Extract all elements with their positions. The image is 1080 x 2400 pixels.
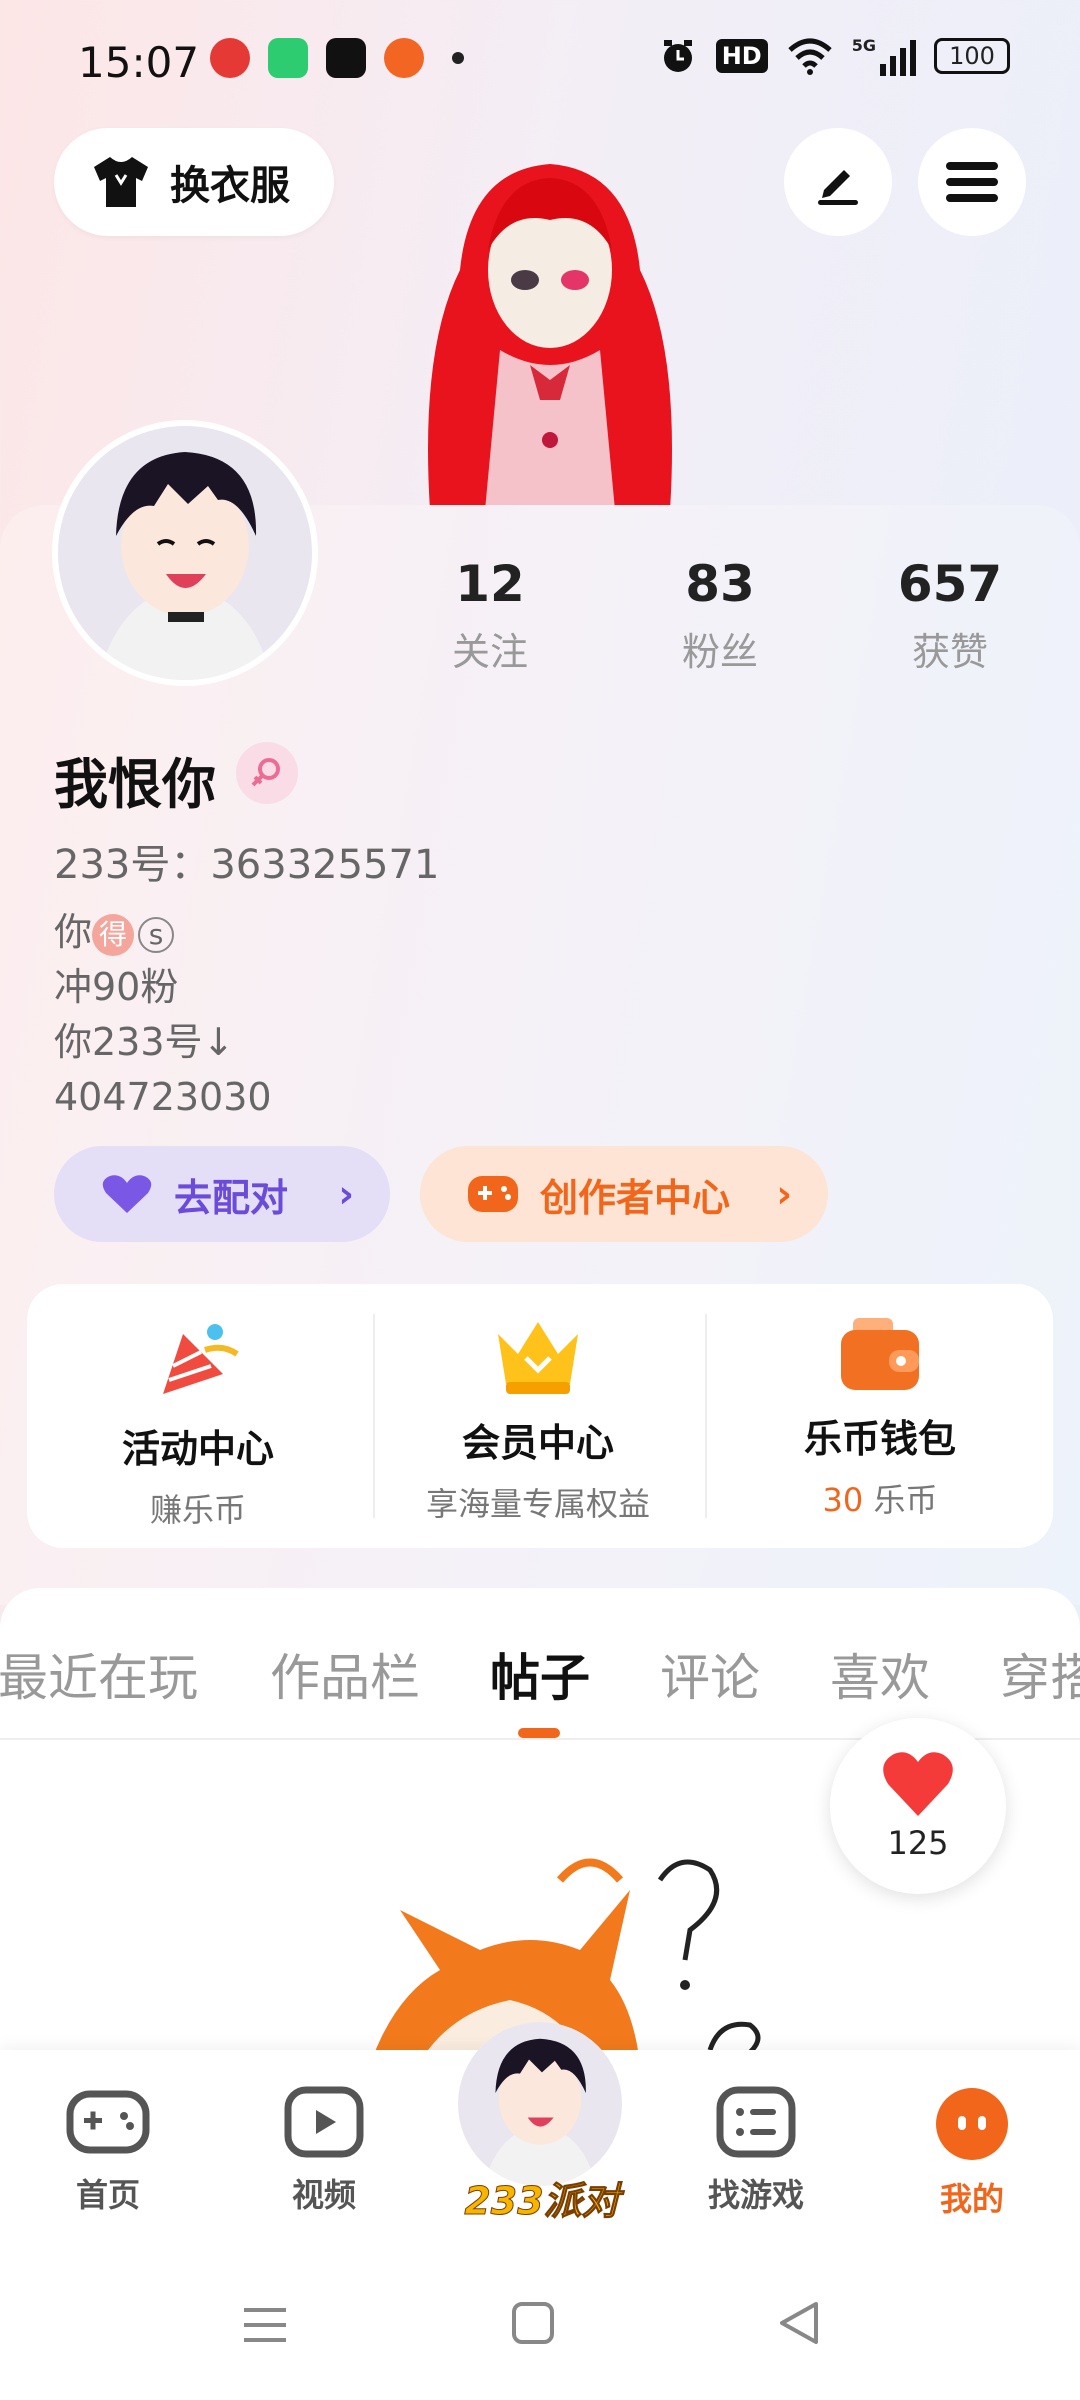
tab-outfits[interactable]: 穿搭	[1000, 1638, 1080, 1710]
menu-button[interactable]	[918, 128, 1026, 236]
following-count: 12	[455, 555, 525, 613]
battery-level: 100	[949, 42, 995, 70]
signal-icon: 5G	[852, 36, 916, 76]
vip-center-title: 会员中心	[461, 1421, 614, 1465]
nav-me[interactable]: 我的	[902, 2086, 1042, 2220]
vip-center[interactable]: 会员中心 享海量专属权益	[375, 1314, 701, 1524]
likes-received-count: 657	[897, 555, 1003, 613]
pair-button-label: 去配对	[174, 1175, 289, 1220]
activity-center-subtitle: 赚乐币	[149, 1491, 246, 1529]
nav-video-label: 视频	[291, 2176, 356, 2214]
party-popper-icon	[163, 1324, 239, 1394]
tab-recently-played[interactable]: 最近在玩	[0, 1638, 198, 1710]
face-icon	[936, 2088, 1008, 2160]
likes-received-label: 获赞	[911, 630, 988, 674]
heart-icon	[102, 1175, 152, 1213]
profile-tabs: 最近在玩 作品栏 帖子 评论 喜欢 穿搭	[0, 1588, 1080, 1738]
game-app-icon	[384, 38, 424, 78]
creator-center-label: 创作者中心	[540, 1175, 731, 1220]
following-stat[interactable]: 12 关注	[390, 555, 590, 676]
likes-stat[interactable]: 657 获赞	[850, 555, 1050, 676]
following-label: 关注	[451, 630, 528, 674]
like-bubble[interactable]: 125	[830, 1718, 1006, 1894]
status-right: HD 5G 100	[658, 36, 1010, 76]
features-card: 活动中心 赚乐币 会员中心 享海量专属权益 乐币钱包 30 乐币	[27, 1284, 1053, 1548]
nav-me-label: 我的	[939, 2180, 1004, 2218]
tab-likes[interactable]: 喜欢	[830, 1638, 930, 1710]
recent-apps-icon[interactable]	[240, 2300, 290, 2350]
pencil-icon	[818, 170, 858, 205]
activity-center[interactable]: 活动中心 赚乐币	[27, 1314, 369, 1529]
list-icon	[716, 2086, 796, 2158]
crown-icon	[498, 1322, 578, 1394]
bio-emoji-s: s	[138, 916, 175, 953]
alarm-icon	[663, 40, 692, 72]
followers-label: 粉丝	[681, 630, 758, 674]
coin-wallet-subtitle: 30 乐币	[707, 1475, 1053, 1521]
avatar-character[interactable]	[390, 150, 710, 510]
change-outfit-label: 换衣服	[170, 163, 290, 209]
battery-saver-icon	[268, 38, 308, 78]
gamepad-icon	[66, 2090, 150, 2154]
bio-line-4: 404723030	[54, 1075, 272, 1119]
like-count: 125	[887, 1824, 949, 1862]
followers-stat[interactable]: 83 粉丝	[620, 555, 820, 676]
chevron-right-icon: ›	[776, 1172, 792, 1216]
female-gender-icon	[236, 742, 298, 804]
coin-balance: 30	[822, 1481, 864, 1519]
nav-party-label[interactable]: 233派对	[462, 2170, 622, 2225]
vip-center-subtitle: 享海量专属权益	[425, 1485, 650, 1523]
hd-icon: HD	[715, 39, 768, 73]
status-time: 15:07	[78, 38, 200, 87]
followers-count: 83	[685, 555, 755, 613]
coin-wallet[interactable]: 乐币钱包 30 乐币	[707, 1314, 1053, 1524]
nav-find-games[interactable]: 找游戏	[686, 2086, 826, 2216]
user-id[interactable]: 233号：363325571	[54, 832, 439, 890]
bio: 你得s 冲90粉 你233号↓ 404723030	[54, 905, 272, 1125]
username: 我恨你	[54, 753, 216, 816]
creator-center-button[interactable]: 创作者中心 ›	[420, 1146, 828, 1242]
bio-line-1: 你	[54, 910, 93, 954]
heart-icon	[883, 1752, 953, 1816]
tiktok-icon	[326, 38, 366, 78]
battery-indicator: 100	[934, 38, 1010, 74]
video-app-icon	[210, 38, 250, 78]
change-outfit-button[interactable]: 换衣服	[54, 128, 334, 236]
pair-button[interactable]: 去配对 ›	[54, 1146, 390, 1242]
more-notifications-dot	[452, 52, 464, 64]
menu-icon	[946, 162, 998, 202]
tab-works[interactable]: 作品栏	[270, 1638, 420, 1710]
tab-posts[interactable]: 帖子	[490, 1638, 590, 1710]
profile-avatar[interactable]	[52, 420, 318, 686]
activity-center-title: 活动中心	[121, 1427, 274, 1471]
chevron-right-icon: ›	[338, 1172, 354, 1216]
shirt-icon	[94, 157, 148, 207]
home-icon[interactable]	[510, 2300, 556, 2346]
status-bar: 15:07 HD 5G 100	[0, 0, 1080, 120]
notification-icons	[210, 38, 464, 78]
nav-video[interactable]: 视频	[254, 2086, 394, 2216]
bio-emoji-badge: 得	[92, 913, 135, 956]
gamepad-icon	[468, 1176, 518, 1212]
nav-home[interactable]: 首页	[38, 2086, 178, 2216]
nav-home-label: 首页	[75, 2176, 140, 2214]
edit-profile-button[interactable]	[784, 128, 892, 236]
coin-unit: 乐币	[863, 1481, 938, 1519]
play-icon	[284, 2086, 364, 2158]
nav-party-avatar[interactable]	[458, 2022, 622, 2186]
active-tab-indicator	[518, 1728, 560, 1738]
coin-wallet-title: 乐币钱包	[803, 1417, 956, 1461]
network-type: 5G	[851, 36, 876, 55]
tab-comments[interactable]: 评论	[660, 1638, 760, 1710]
wallet-icon	[841, 1318, 919, 1390]
nav-find-games-label: 找游戏	[707, 2176, 804, 2214]
bio-line-2: 冲90粉	[54, 965, 179, 1009]
back-icon[interactable]	[776, 2300, 820, 2346]
bio-line-3: 你233号↓	[54, 1020, 235, 1064]
wifi-icon	[788, 38, 832, 75]
